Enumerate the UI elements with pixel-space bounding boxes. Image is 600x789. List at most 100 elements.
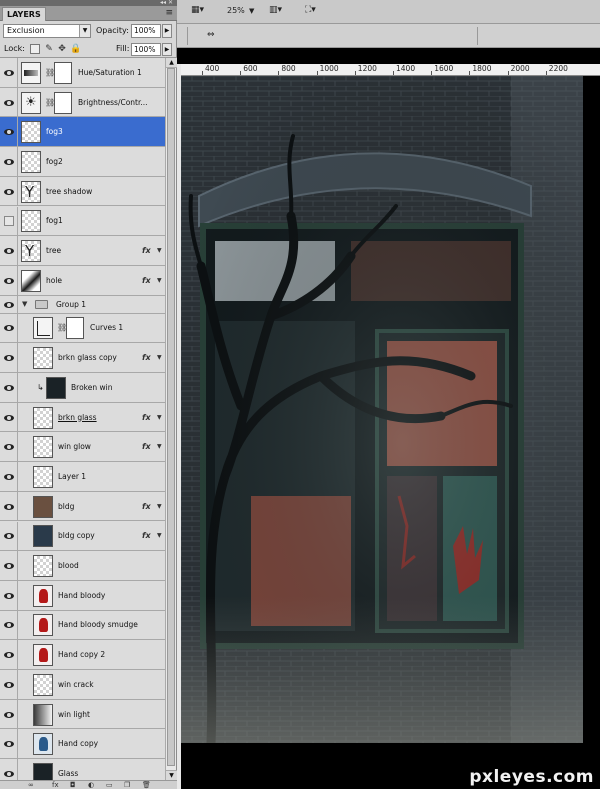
effects-expand-icon[interactable]: ▼ [157, 503, 162, 510]
layer-thumbnail[interactable] [21, 121, 41, 144]
scroll-thumb[interactable] [167, 68, 175, 766]
eye-icon[interactable] [4, 158, 14, 165]
layer-effects-icon[interactable]: fx [142, 246, 151, 255]
visibility-toggle[interactable] [0, 551, 18, 580]
layer-row[interactable]: fog1 [0, 206, 165, 237]
link-layers-icon[interactable]: ∞ [28, 781, 34, 789]
document-canvas[interactable] [181, 76, 583, 743]
layer-thumbnail[interactable] [33, 614, 53, 637]
eye-icon[interactable] [4, 741, 14, 748]
layer-row[interactable]: blood [0, 551, 165, 581]
visibility-toggle[interactable] [0, 432, 18, 462]
layer-row[interactable]: ⛓Brightness/Contr... [0, 87, 165, 118]
effects-expand-icon[interactable]: ▼ [157, 532, 162, 539]
layer-thumbnail[interactable] [33, 347, 53, 370]
visibility-toggle[interactable] [0, 670, 18, 699]
horizontal-ruler[interactable]: 400 600 800 1000 1200 1400 1600 1800 2000 2200 [181, 64, 600, 76]
eye-icon[interactable] [4, 69, 14, 76]
layer-row[interactable]: fx ▼ hole [0, 265, 165, 296]
layer-effects-icon[interactable]: fx [142, 413, 151, 422]
layer-thumbnail[interactable] [33, 465, 53, 488]
effects-expand-icon[interactable]: ▼ [157, 247, 162, 254]
visibility-toggle[interactable] [0, 759, 18, 780]
layer-row[interactable]: Hand copy [0, 729, 165, 760]
visibility-toggle[interactable] [0, 147, 18, 176]
layer-effects-icon[interactable]: fx [142, 531, 151, 540]
eye-icon[interactable] [4, 444, 14, 451]
layer-row[interactable]: fog2 [0, 147, 165, 177]
layer-thumbnail[interactable] [33, 703, 53, 726]
opacity-slider-arrow-icon[interactable]: ▶ [162, 24, 172, 38]
layer-thumbnail[interactable] [21, 210, 41, 233]
add-style-icon[interactable]: fx [52, 781, 59, 789]
visibility-toggle[interactable] [0, 58, 18, 87]
layer-row[interactable]: Hand copy 2 [0, 640, 165, 670]
fill-input[interactable]: 100% [131, 43, 161, 56]
layer-row[interactable]: fx ▼ tree [0, 236, 165, 266]
layer-group-row[interactable]: ▼ Group 1 [0, 295, 165, 314]
layer-thumbnail[interactable] [33, 525, 53, 548]
layer-row[interactable]: win crack [0, 670, 165, 700]
lock-pixels-icon[interactable]: ✎ [44, 44, 54, 54]
visibility-toggle[interactable] [0, 265, 18, 295]
new-group-icon[interactable]: ▭ [106, 781, 113, 789]
visibility-toggle[interactable] [0, 462, 18, 491]
visibility-toggle[interactable] [0, 640, 18, 669]
tool-option-icon[interactable]: ⇔ [207, 30, 215, 40]
layer-row[interactable]: fog3 [0, 117, 165, 148]
layer-effects-icon[interactable]: fx [142, 502, 151, 511]
layer-thumbnail[interactable] [21, 180, 41, 203]
visibility-toggle[interactable] [0, 343, 18, 372]
layer-effects-icon[interactable]: fx [142, 442, 151, 451]
scroll-down-icon[interactable]: ▼ [166, 770, 177, 780]
new-layer-icon[interactable]: ❐ [124, 781, 130, 789]
layer-thumbnail[interactable] [33, 317, 53, 340]
visibility-toggle[interactable] [0, 729, 18, 759]
eye-icon[interactable] [4, 188, 14, 195]
eye-icon[interactable] [4, 770, 14, 777]
add-mask-icon[interactable]: ◘ [70, 781, 76, 789]
eye-icon[interactable] [4, 248, 14, 255]
eye-icon[interactable] [4, 325, 14, 332]
layer-thumbnail[interactable] [33, 436, 53, 459]
eye-icon[interactable] [4, 503, 14, 510]
visibility-toggle[interactable] [0, 402, 18, 432]
eye-icon[interactable] [4, 622, 14, 629]
eye-icon[interactable] [4, 681, 14, 688]
effects-expand-icon[interactable]: ▼ [157, 443, 162, 450]
tab-layers[interactable]: LAYERS [2, 7, 46, 21]
eye-icon[interactable] [4, 414, 14, 421]
eye-icon[interactable] [4, 277, 14, 284]
fill-slider-arrow-icon[interactable]: ▶ [162, 43, 172, 56]
layer-effects-icon[interactable]: fx [142, 276, 151, 285]
layer-effects-icon[interactable]: fx [142, 353, 151, 362]
screen-mode-icon[interactable]: ⛶▾ [305, 5, 316, 15]
opacity-input[interactable]: 100% [131, 24, 161, 38]
visibility-toggle[interactable] [0, 580, 18, 610]
lock-all-icon[interactable]: 🔒 [70, 44, 81, 54]
visibility-toggle[interactable] [0, 117, 18, 147]
arrange-documents-icon[interactable]: ▥▾ [269, 5, 282, 15]
layer-row[interactable]: Hand bloody smudge [0, 610, 165, 641]
visibility-toggle[interactable] [0, 313, 18, 343]
eye-icon[interactable] [4, 563, 14, 570]
eye-icon[interactable] [4, 592, 14, 599]
layer-row[interactable]: ⛓ Hue/Saturation 1 [0, 58, 165, 88]
lock-position-icon[interactable]: ✥ [57, 44, 67, 54]
layer-thumbnail[interactable] [33, 733, 53, 756]
blend-mode-select[interactable]: Exclusion ▼ [3, 24, 91, 38]
eye-icon[interactable] [4, 99, 14, 106]
visibility-toggle[interactable] [0, 206, 18, 236]
visibility-toggle[interactable] [0, 373, 18, 402]
layers-scrollbar[interactable]: ▲ ▼ [165, 58, 177, 780]
chevron-down-icon[interactable]: ▼ [79, 25, 90, 37]
layer-thumbnail[interactable] [33, 584, 53, 607]
eye-icon[interactable] [4, 711, 14, 718]
layer-row[interactable]: fx ▼ bldg copy [0, 521, 165, 552]
layer-row[interactable]: win light [0, 699, 165, 730]
scroll-up-icon[interactable]: ▲ [166, 58, 177, 68]
layer-thumbnail[interactable] [33, 555, 53, 578]
eye-icon[interactable] [4, 355, 14, 362]
layer-row[interactable]: Hand bloody [0, 580, 165, 611]
layer-row[interactable]: Glass [0, 759, 165, 780]
